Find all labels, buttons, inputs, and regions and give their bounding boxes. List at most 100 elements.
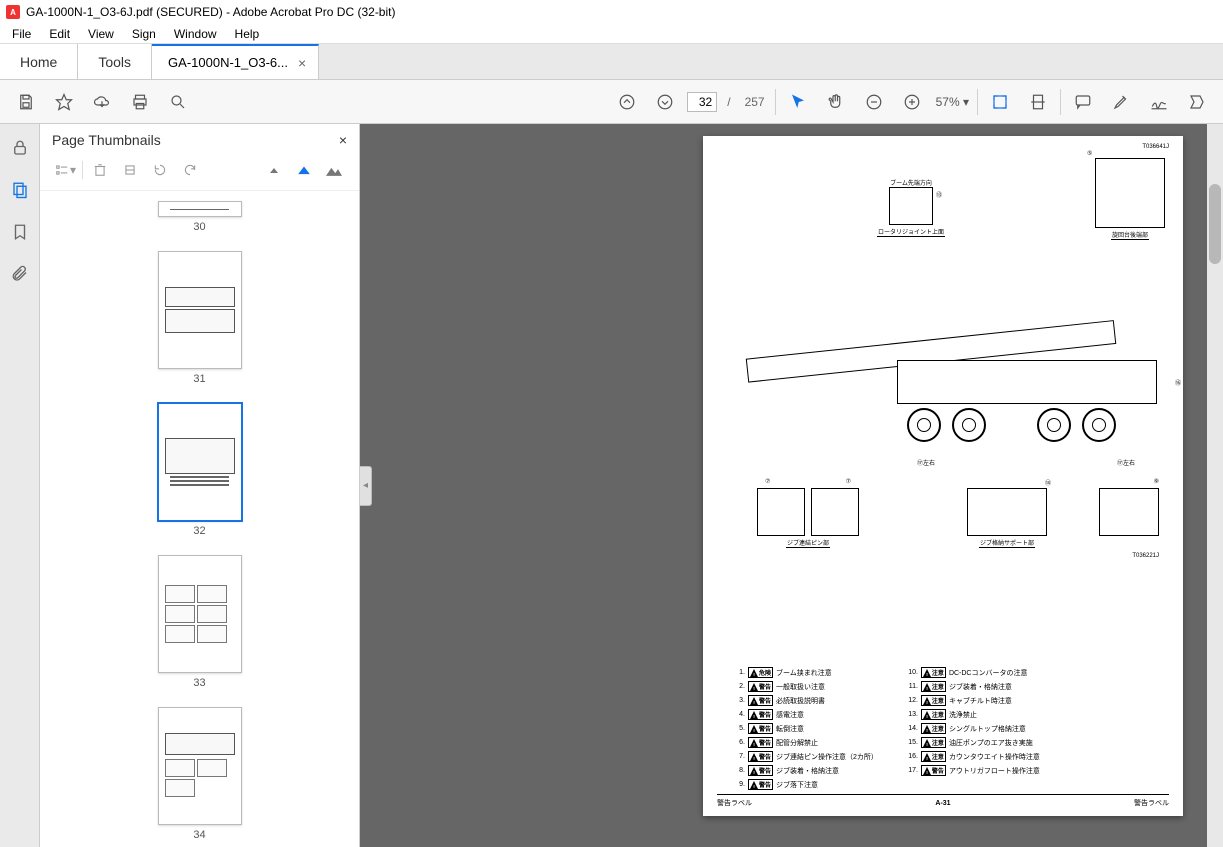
rotate-cw-icon[interactable] <box>177 158 203 182</box>
save-icon[interactable] <box>10 86 42 118</box>
left-rail <box>0 124 40 847</box>
menu-sign[interactable]: Sign <box>124 25 164 43</box>
thumb-medium-icon[interactable] <box>291 158 317 182</box>
page-total: 257 <box>741 95 769 109</box>
extract-page-icon[interactable] <box>117 158 143 182</box>
thumbnails-header: Page Thumbnails × <box>40 124 359 154</box>
menu-window[interactable]: Window <box>166 25 225 43</box>
zoom-value: 57% <box>936 95 960 109</box>
callout-num-7a: ⑦ <box>765 478 770 485</box>
thumbnails-list[interactable]: 30 31 32 33 34 <box>40 191 359 847</box>
warning-row: 3.!警告必読取扱説明書 <box>731 695 878 706</box>
vertical-scrollbar[interactable] <box>1207 124 1223 847</box>
lock-icon[interactable] <box>6 134 34 162</box>
menu-edit[interactable]: Edit <box>41 25 78 43</box>
tab-home[interactable]: Home <box>0 44 78 79</box>
cloud-icon[interactable] <box>86 86 118 118</box>
print-icon[interactable] <box>124 86 156 118</box>
main-toolbar: / 257 57% ▾ <box>0 80 1223 124</box>
thumbnails-panel: Page Thumbnails × ▾ 30 31 <box>40 124 360 847</box>
warning-row: 17.!警告アウトリガフロート操作注意 <box>904 765 1040 776</box>
footer-right: 警告ラベル <box>1134 798 1169 808</box>
thumbnails-title: Page Thumbnails <box>52 132 161 148</box>
scrollbar-thumb[interactable] <box>1209 184 1221 264</box>
page-number-input[interactable] <box>687 92 717 112</box>
warning-row: 12.!注意キャブチルト時注意 <box>904 695 1040 706</box>
warning-row: 4.!警告感電注意 <box>731 709 878 720</box>
warning-row: 7.!警告ジブ連結ピン操作注意（2カ所） <box>731 751 878 762</box>
menu-file[interactable]: File <box>4 25 39 43</box>
warning-table: 1.!危険ブーム挟まれ注意2.!警告一般取扱い注意3.!警告必読取扱説明書4.!… <box>717 659 1169 794</box>
comment-icon[interactable] <box>1067 86 1099 118</box>
thumb-label: 32 <box>193 525 205 537</box>
callout-num-13: ⑬ <box>936 190 942 199</box>
thumbnail-page-33[interactable]: 33 <box>158 555 242 689</box>
tab-tools[interactable]: Tools <box>78 44 152 79</box>
thumb-small-icon[interactable] <box>261 158 287 182</box>
lr-label-2: ⑰左右 <box>1117 458 1135 467</box>
footer-center: A-31 <box>935 800 950 807</box>
thumb-label: 33 <box>193 677 205 689</box>
callout-num-9: ⑨ <box>1154 478 1159 485</box>
select-tool-icon[interactable] <box>782 86 814 118</box>
close-tab-icon[interactable]: × <box>298 55 306 71</box>
jib-support-label: ジブ格納サポート部 <box>979 538 1035 548</box>
document-view[interactable]: ◂ T036641J ブーム先端方向 ⑬ ロータリジョイント上面 ⑤ 旋回台後端… <box>360 124 1223 847</box>
footer-left: 警告ラベル <box>717 798 752 808</box>
star-icon[interactable] <box>48 86 80 118</box>
fit-width-icon[interactable] <box>1022 86 1054 118</box>
warning-row: 6.!警告配管分解禁止 <box>731 737 878 748</box>
title-bar: A GA-1000N-1_O3-6J.pdf (SECURED) - Adobe… <box>0 0 1223 24</box>
warning-row: 5.!警告転倒注意 <box>731 723 878 734</box>
menu-help[interactable]: Help <box>227 25 268 43</box>
thumb-options-icon[interactable]: ▾ <box>52 158 78 182</box>
warning-row: 16.!注意カウンタウエイト操作時注意 <box>904 751 1040 762</box>
highlight-icon[interactable] <box>1105 86 1137 118</box>
menu-view[interactable]: View <box>80 25 122 43</box>
bookmark-icon[interactable] <box>6 218 34 246</box>
zoom-select[interactable]: 57% ▾ <box>934 91 971 113</box>
thumbnail-page-34[interactable]: 34 <box>158 707 242 841</box>
thumbnails-icon[interactable] <box>6 176 34 204</box>
callout-jib-support: ⑭ ジブ格納サポート部 <box>967 488 1047 548</box>
rotary-label: ロータリジョイント上面 <box>877 227 945 237</box>
callout-rear: ⑤ 旋回台後端部 <box>1095 158 1165 240</box>
close-panel-icon[interactable]: × <box>339 132 347 148</box>
stamp-icon[interactable] <box>1181 86 1213 118</box>
jib-pin-label: ジブ連結ピン部 <box>786 538 830 548</box>
boom-direction-label: ブーム先端方向 <box>877 178 945 187</box>
zoom-in-icon[interactable] <box>896 86 928 118</box>
page-footer: 警告ラベル A-31 警告ラベル <box>717 794 1169 808</box>
zoom-out-icon[interactable] <box>858 86 890 118</box>
callout-extra: ⑨ <box>1099 488 1159 538</box>
tab-bar: Home Tools GA-1000N-1_O3-6... × <box>0 44 1223 80</box>
collapse-panel-icon[interactable]: ◂ <box>360 466 372 506</box>
rear-label: 旋回台後端部 <box>1111 230 1149 240</box>
warning-row: 15.!注意油圧ポンプのエア抜き実施 <box>904 737 1040 748</box>
warning-col-right: 10.!注意DC-DCコンバータの注意11.!注意ジブ装着・格納注意12.!注意… <box>904 667 1040 790</box>
thumbnail-page-31[interactable]: 31 <box>158 251 242 385</box>
lr-label-1: ⑰左右 <box>917 458 935 467</box>
thumbnails-toolbar: ▾ <box>40 154 359 191</box>
thumb-large-icon[interactable] <box>321 158 347 182</box>
page-up-icon[interactable] <box>611 86 643 118</box>
warning-col-left: 1.!危険ブーム挟まれ注意2.!警告一般取扱い注意3.!警告必読取扱説明書4.!… <box>731 667 878 790</box>
page-down-icon[interactable] <box>649 86 681 118</box>
warning-row: 8.!警告ジブ装着・格納注意 <box>731 765 878 776</box>
callout-num-5: ⑤ <box>1087 150 1092 157</box>
tab-document[interactable]: GA-1000N-1_O3-6... × <box>152 44 319 79</box>
delete-page-icon[interactable] <box>87 158 113 182</box>
rotate-ccw-icon[interactable] <box>147 158 173 182</box>
crane-diagram: ⑯ <box>757 348 1157 448</box>
hand-tool-icon[interactable] <box>820 86 852 118</box>
callout-num-14: ⑭ <box>1045 478 1051 487</box>
warning-row: 9.!警告ジブ落下注意 <box>731 779 878 790</box>
pdf-page: T036641J ブーム先端方向 ⑬ ロータリジョイント上面 ⑤ 旋回台後端部 <box>703 136 1183 816</box>
sign-icon[interactable] <box>1143 86 1175 118</box>
thumbnail-page-32[interactable]: 32 <box>158 403 242 537</box>
attachment-icon[interactable] <box>6 260 34 288</box>
fit-page-icon[interactable] <box>984 86 1016 118</box>
thumbnail-page-30[interactable]: 30 <box>158 201 242 233</box>
page-separator: / <box>723 95 734 109</box>
search-icon[interactable] <box>162 86 194 118</box>
